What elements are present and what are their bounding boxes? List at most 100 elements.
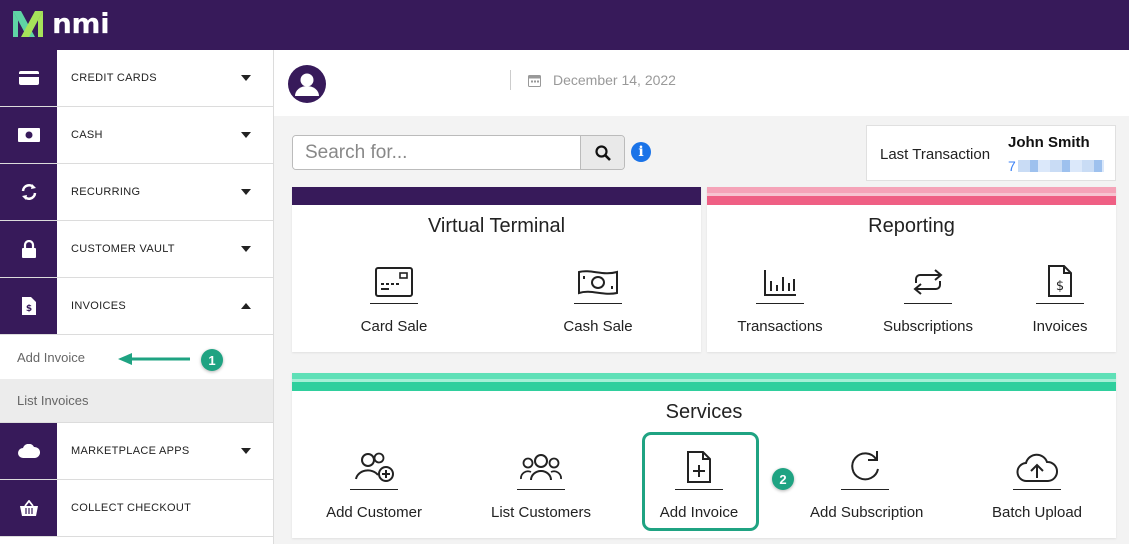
tile-label: Add Customer xyxy=(326,504,422,521)
chevron-down-icon xyxy=(241,448,251,454)
basket-icon xyxy=(0,480,57,536)
virtual-terminal-title: Virtual Terminal xyxy=(427,215,566,237)
nmi-logo[interactable]: nmi xyxy=(10,7,110,40)
recurring-icon xyxy=(0,164,57,220)
sidebar-item-customer-vault[interactable]: CUSTOMER VAULT xyxy=(0,221,273,278)
chevron-down-icon xyxy=(241,246,251,252)
sidebar-item-label: CUSTOMER VAULT xyxy=(71,243,175,255)
sidebar-item-label: CASH xyxy=(71,129,103,141)
card-header-band xyxy=(292,187,701,205)
cloud-icon xyxy=(0,423,57,479)
search-button[interactable] xyxy=(580,136,624,169)
tile-underline xyxy=(370,303,418,304)
last-transaction-name: John Smith xyxy=(1008,134,1090,151)
sidebar-item-label: CREDIT CARDS xyxy=(71,72,157,84)
sidebar-subitem-list-invoices[interactable]: List Invoices xyxy=(0,379,273,423)
sidebar: CREDIT CARDS CASH RECURRING CUSTOMER VAU… xyxy=(0,50,274,544)
top-bar: nmi xyxy=(0,0,1129,50)
last-transaction-id-text: 7 xyxy=(1008,158,1016,174)
calendar-icon xyxy=(528,74,541,87)
step-badge-2: 2 xyxy=(772,468,794,490)
redacted-id-block xyxy=(1017,160,1104,172)
batch-upload-tile[interactable]: Batch Upload xyxy=(982,443,1092,521)
tile-underline xyxy=(841,489,889,490)
cash-sale-tile[interactable]: Cash Sale xyxy=(543,257,653,335)
avatar[interactable] xyxy=(288,65,326,103)
sidebar-subitem-label: List Invoices xyxy=(17,393,89,408)
credit-card-icon xyxy=(339,257,449,297)
search-input[interactable] xyxy=(293,136,580,169)
annotation-highlight-box xyxy=(642,432,759,531)
chevron-down-icon xyxy=(241,132,251,138)
nmi-logo-icon xyxy=(13,11,43,37)
main-header: December 14, 2022 xyxy=(274,50,1129,116)
date-display: December 14, 2022 xyxy=(528,72,676,88)
chevron-down-icon xyxy=(241,75,251,81)
recurring-icon xyxy=(873,257,983,297)
tile-underline xyxy=(350,489,398,490)
chevron-down-icon xyxy=(241,189,251,195)
svg-text:$: $ xyxy=(25,304,31,314)
tile-label: List Customers xyxy=(490,504,592,521)
tile-label: Cash Sale xyxy=(563,318,633,335)
brand-name: nmi xyxy=(52,7,110,40)
tile-label: Subscriptions xyxy=(882,318,974,335)
invoice-icon: $ xyxy=(0,278,57,334)
users-icon xyxy=(486,443,596,483)
sidebar-item-collect-checkout[interactable]: COLLECT CHECKOUT xyxy=(0,480,273,537)
sidebar-item-label: COLLECT CHECKOUT xyxy=(71,502,192,514)
sidebar-item-recurring[interactable]: RECURRING xyxy=(0,164,273,221)
services-title: Services xyxy=(665,401,743,423)
lock-icon xyxy=(0,221,57,277)
user-icon xyxy=(295,73,319,96)
tile-underline xyxy=(517,489,565,490)
reporting-title: Reporting xyxy=(868,215,955,237)
chevron-up-icon xyxy=(241,303,251,309)
search-icon xyxy=(594,144,611,161)
sidebar-item-label: MARKETPLACE APPS xyxy=(71,445,190,457)
add-subscription-tile[interactable]: Add Subscription xyxy=(810,443,924,521)
add-user-icon xyxy=(319,443,429,483)
tile-label: Transactions xyxy=(737,318,823,335)
tile-label: Batch Upload xyxy=(991,504,1083,521)
tile-underline xyxy=(1013,489,1061,490)
annotation-arrow-icon xyxy=(118,353,190,365)
svg-text:$: $ xyxy=(1056,279,1064,294)
reporting-card: Reporting Transactions Subscriptions $ I… xyxy=(707,187,1116,352)
cash-icon xyxy=(0,107,57,163)
cash-icon xyxy=(543,257,653,297)
sidebar-item-marketplace-apps[interactable]: MARKETPLACE APPS xyxy=(0,423,273,480)
last-transaction-label: Last Transaction xyxy=(880,146,991,163)
virtual-terminal-card: Virtual Terminal Card Sale Cash Sale xyxy=(292,187,701,352)
invoices-tile[interactable]: $ Invoices xyxy=(1005,257,1115,335)
list-customers-tile[interactable]: List Customers xyxy=(486,443,596,521)
sidebar-item-credit-cards[interactable]: CREDIT CARDS xyxy=(0,50,273,107)
credit-card-icon xyxy=(0,50,57,106)
bar-chart-icon xyxy=(725,257,835,297)
sidebar-item-label: INVOICES xyxy=(71,300,126,312)
last-transaction-id[interactable]: 7 xyxy=(1008,158,1104,174)
tile-underline xyxy=(904,303,952,304)
tile-label: Add Subscription xyxy=(810,504,924,521)
cloud-upload-icon xyxy=(982,443,1092,483)
tile-underline xyxy=(1036,303,1084,304)
transactions-tile[interactable]: Transactions xyxy=(725,257,835,335)
last-transaction-panel: Last Transaction John Smith 7 xyxy=(866,125,1116,181)
sidebar-item-cash[interactable]: CASH xyxy=(0,107,273,164)
sidebar-item-invoices[interactable]: $ INVOICES xyxy=(0,278,273,335)
sidebar-item-label: RECURRING xyxy=(71,186,141,198)
add-customer-tile[interactable]: Add Customer xyxy=(319,443,429,521)
search-box xyxy=(292,135,625,170)
info-icon[interactable]: i xyxy=(631,142,651,162)
header-divider xyxy=(510,70,511,90)
card-header-band xyxy=(707,187,1116,205)
tile-underline xyxy=(756,303,804,304)
step-badge-1: 1 xyxy=(201,349,223,371)
tile-label: Invoices xyxy=(1032,318,1088,335)
tile-underline xyxy=(574,303,622,304)
invoice-icon: $ xyxy=(1005,257,1115,297)
date-text: December 14, 2022 xyxy=(553,72,676,88)
card-sale-tile[interactable]: Card Sale xyxy=(339,257,449,335)
tile-label: Card Sale xyxy=(360,318,428,335)
subscriptions-tile[interactable]: Subscriptions xyxy=(873,257,983,335)
